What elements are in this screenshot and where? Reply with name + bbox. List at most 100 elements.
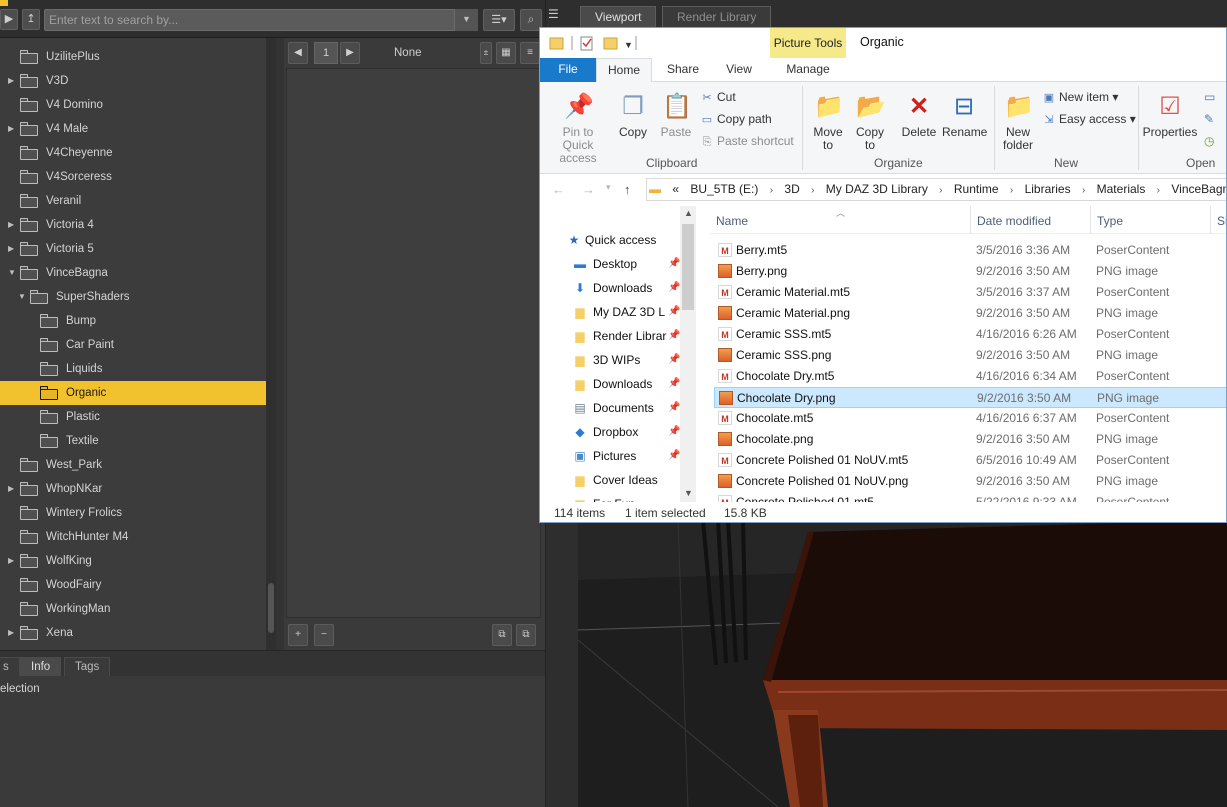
3d-viewport[interactable] xyxy=(578,520,1227,807)
tree-item[interactable]: ▼ VinceBagna xyxy=(0,261,266,285)
tree-item[interactable]: WorkingMan xyxy=(0,597,266,621)
file-row[interactable]: Ceramic SSS.png 9/2/2016 3:50 AM PNG image xyxy=(714,345,1226,366)
expand-arrow-icon[interactable]: ▶ xyxy=(8,483,18,495)
file-row[interactable]: Chocolate Dry.png 9/2/2016 3:50 AM PNG ima… xyxy=(714,387,1226,408)
tree-item[interactable]: WitchHunter M4 xyxy=(0,525,266,549)
tab-tags[interactable]: Tags xyxy=(64,657,111,677)
pin-icon[interactable]: 📌 xyxy=(668,425,680,439)
expand-arrow-icon[interactable]: ▶ xyxy=(8,123,18,135)
pin-icon[interactable]: 📌 xyxy=(668,329,680,343)
file-row[interactable]: M Ceramic Material.mt5 3/5/2016 3:37 AM Pos… xyxy=(714,282,1226,303)
rename-button[interactable]: ⊟ Rename xyxy=(942,92,987,139)
tab-file[interactable]: File xyxy=(540,58,596,82)
pin-icon[interactable]: 📌 xyxy=(668,257,680,271)
chevron-right-icon[interactable]: › xyxy=(1010,180,1013,200)
properties-button[interactable]: ☑ Properties xyxy=(1142,92,1198,139)
file-row[interactable]: M Ceramic SSS.mt5 4/16/2016 6:26 AM PoserCo… xyxy=(714,324,1226,345)
tree-item[interactable]: ▶ V3D xyxy=(0,69,266,93)
nav-item[interactable]: ▤ Documents 📌 xyxy=(540,396,680,420)
copy-path-button[interactable]: ▭ Copy path xyxy=(700,112,772,126)
pin-icon[interactable]: 📌 xyxy=(668,377,680,391)
copy-to-button[interactable]: 📂 Copy to xyxy=(852,92,888,152)
file-row[interactable]: Berry.png 9/2/2016 3:50 AM PNG image xyxy=(714,261,1226,282)
nav-item[interactable]: ▆ Render Librar 📌 xyxy=(540,324,680,348)
chevron-right-icon[interactable]: › xyxy=(939,180,942,200)
scroll-up-icon[interactable]: ▲ xyxy=(684,208,693,218)
menu-icon[interactable]: ☰ xyxy=(548,8,564,20)
column-divider[interactable] xyxy=(1210,206,1211,234)
tree-item[interactable]: Car Paint xyxy=(0,333,266,357)
collapse-arrow-icon[interactable]: ▶ xyxy=(0,9,18,30)
zoom-stepper[interactable]: ± xyxy=(480,42,492,64)
remove-icon[interactable]: − xyxy=(314,624,334,646)
forward-arrow-icon[interactable]: → xyxy=(582,182,595,197)
nav-item[interactable]: ▆ Downloads 📌 xyxy=(540,372,680,396)
breadcrumb-3d[interactable]: 3D xyxy=(784,179,799,200)
tree-item[interactable]: Veranil xyxy=(0,189,266,213)
pin-icon[interactable]: 📌 xyxy=(668,401,680,415)
tab-render-library[interactable]: Render Library xyxy=(662,6,772,28)
nav-item[interactable]: ⬇ Downloads 📌 xyxy=(540,276,680,300)
column-date-modified[interactable]: Date modified xyxy=(977,214,1051,228)
tree-item[interactable]: Wintery Frolics xyxy=(0,501,266,525)
tree-item[interactable]: ▶ Victoria 5 xyxy=(0,237,266,261)
nav-item[interactable]: ▣ Pictures 📌 xyxy=(540,444,680,468)
back-arrow-icon[interactable]: ← xyxy=(552,182,565,197)
paste-shortcut-button[interactable]: ⎘ Paste shortcut xyxy=(700,134,794,149)
next-page-icon[interactable]: ▶ xyxy=(340,42,360,64)
file-row[interactable]: Chocolate.png 9/2/2016 3:50 AM PNG image xyxy=(714,429,1226,450)
tree-item[interactable]: WoodFairy xyxy=(0,573,266,597)
up-arrow-icon[interactable]: ↑ xyxy=(624,182,631,197)
tree-item[interactable]: UzilitePlus xyxy=(0,45,266,69)
tree-item[interactable]: Textile xyxy=(0,429,266,453)
nav-item[interactable]: ▆ Cover Ideas xyxy=(540,468,680,492)
expand-arrow-icon[interactable]: ▶ xyxy=(8,243,18,255)
content-view-area[interactable] xyxy=(286,68,541,618)
expand-arrow-icon[interactable]: ▶ xyxy=(8,627,18,639)
tree-item[interactable]: Bump xyxy=(0,309,266,333)
chevron-down-icon[interactable]: ▼ xyxy=(624,40,633,50)
column-name[interactable]: Name xyxy=(716,214,748,228)
tab-info[interactable]: Info xyxy=(20,657,62,677)
panel-splitter[interactable] xyxy=(276,38,284,650)
move-to-button[interactable]: 📁 Move to xyxy=(810,92,846,152)
paste-icon[interactable]: ⧉ xyxy=(516,624,536,646)
file-row[interactable]: M Berry.mt5 3/5/2016 3:36 AM PoserContent xyxy=(714,240,1226,261)
chevron-right-icon[interactable]: › xyxy=(770,180,773,200)
breadcrumb-runtime[interactable]: Runtime xyxy=(954,179,999,200)
nav-item[interactable]: ▬ Desktop 📌 xyxy=(540,252,680,276)
file-row[interactable]: M Concrete Polished 01.mt5 5/22/2016 9:33 … xyxy=(714,492,1226,502)
tree-item[interactable]: V4 Domino xyxy=(0,93,266,117)
tree-item[interactable]: ▶ Xena xyxy=(0,621,266,645)
add-icon[interactable]: + xyxy=(288,624,308,646)
nav-item[interactable]: ▆ My DAZ 3D L 📌 xyxy=(540,300,680,324)
file-row[interactable]: Ceramic Material.png 9/2/2016 3:50 AM PNG … xyxy=(714,303,1226,324)
cut-button[interactable]: ✂ Cut xyxy=(700,90,735,104)
tab-view[interactable]: View xyxy=(714,58,764,82)
expand-arrow-icon[interactable]: ▶ xyxy=(8,219,18,231)
expand-arrow-icon[interactable]: ▶ xyxy=(8,555,18,567)
tab-home[interactable]: Home xyxy=(596,58,652,82)
column-type[interactable]: Type xyxy=(1097,214,1123,228)
breadcrumb-vincebagna[interactable]: VinceBagna xyxy=(1171,179,1226,200)
history-icon[interactable]: ◷ xyxy=(1204,134,1214,148)
file-row[interactable]: M Chocolate Dry.mt5 4/16/2016 6:34 AM Poser… xyxy=(714,366,1226,387)
sort-selector[interactable]: None xyxy=(394,47,422,59)
nav-scrollbar[interactable]: ▲ ▼ xyxy=(680,206,696,502)
tab-manage[interactable]: Manage xyxy=(770,58,846,82)
page-number[interactable]: 1 xyxy=(314,42,338,64)
database-icon[interactable]: ☰▾ xyxy=(483,9,515,31)
open-icon[interactable]: ▭ xyxy=(1204,90,1215,104)
nav-item[interactable]: ▆ 3D WIPs 📌 xyxy=(540,348,680,372)
column-divider[interactable] xyxy=(1090,206,1091,234)
tree-item[interactable]: ▶ V4 Male xyxy=(0,117,266,141)
copy-icon[interactable]: ⧉ xyxy=(492,624,512,646)
grid-view-icon[interactable]: ▦ xyxy=(496,42,516,64)
scroll-down-icon[interactable]: ▼ xyxy=(684,488,693,498)
pin-icon[interactable]: 📌 xyxy=(668,353,680,367)
tree-item[interactable]: V4Cheyenne xyxy=(0,141,266,165)
paste-button[interactable]: 📋 Paste xyxy=(658,92,694,139)
nav-item[interactable]: ▆For Fun xyxy=(540,492,680,502)
edit-icon[interactable]: ✎ xyxy=(1204,112,1214,126)
pin-icon[interactable]: 📌 xyxy=(668,281,680,295)
